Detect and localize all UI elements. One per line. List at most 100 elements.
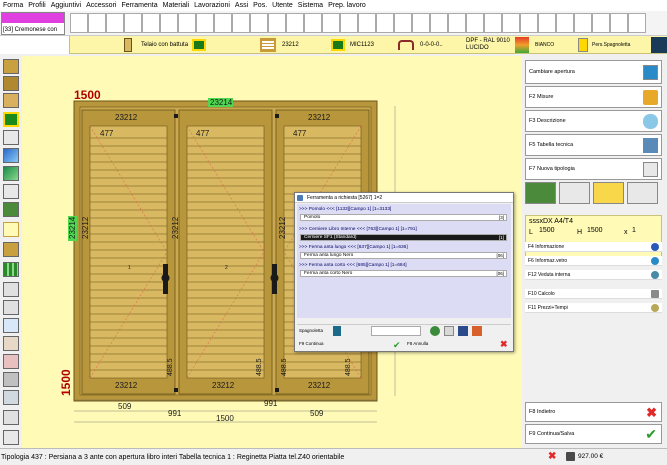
frame-shape-icon[interactable] [525,182,556,204]
tool-slot-17[interactable] [358,13,376,33]
cambiare-apertura-button[interactable]: Cambiare apertura [525,60,662,84]
tool-slot-24[interactable] [484,13,502,33]
menu-materiali[interactable]: Materiali [163,2,189,9]
informazione-button[interactable]: F4 Informazione [525,242,662,252]
tool-slot-7[interactable] [178,13,196,33]
tool-slot-9[interactable] [214,13,232,33]
hardware-dialog[interactable]: Ferramenta a richiesta [5267] 1=2 >>> Po… [294,192,514,352]
tool-slot-18[interactable] [376,13,394,33]
tool-slot-23[interactable] [466,13,484,33]
tool-slat-icon[interactable] [3,242,19,257]
tool-sill-icon[interactable] [3,372,19,387]
continue-label[interactable]: F9 Continua [299,341,324,346]
menu-profili[interactable]: Profili [28,2,46,9]
item-select-ferma-lungo[interactable]: Ferma anta lungo Nero [06] [300,252,507,259]
tool-slot-1[interactable] [70,13,88,33]
menu-forma[interactable]: Forma [3,2,23,9]
sash-middle[interactable] [178,109,273,395]
menu-lavorazioni[interactable]: Lavorazioni [194,2,230,9]
menu-pos[interactable]: Pos. [253,2,267,9]
hardware-tool-icon[interactable] [559,182,590,204]
tool-grid-icon[interactable] [3,262,19,277]
shutter-type-selector[interactable]: [33] Cremonese con [1,12,65,35]
tool-slot-21[interactable] [430,13,448,33]
calcolo-button[interactable]: F10 Calcolo [525,289,662,299]
tool-slot-16[interactable] [340,13,358,33]
tool-transom-icon[interactable] [3,184,19,199]
item-select-cerniere[interactable]: Cerniere SF1 (Standard) [1] [300,234,507,241]
spagnoletta-field[interactable] [371,326,421,336]
sash-left[interactable] [81,109,176,395]
menu-aggiuntivi[interactable]: Aggiuntivi [51,2,81,9]
item-select-pomolo[interactable]: Pomolo [3] [300,214,507,221]
tool-slot-14[interactable] [304,13,322,33]
tool-slot-10[interactable] [232,13,250,33]
cancel-x-icon[interactable]: ✖ [500,339,508,350]
item-select-ferma-corto[interactable]: Ferma anta corto Nero [06] [300,270,507,277]
tool-profile-icon[interactable] [3,93,19,108]
menu-assi[interactable]: Assi [235,2,248,9]
cancel-label[interactable]: F8 Annulla [407,341,428,346]
tool-panel-icon[interactable] [3,166,19,181]
tool-slot-12[interactable] [268,13,286,33]
nuova-tipologia-button[interactable]: F7 Nuova tipologia [525,158,662,180]
tool-slot-28[interactable] [556,13,574,33]
tool-slot-25[interactable] [502,13,520,33]
tabella-tecnica-button[interactable]: F5 Tabella tecnica [525,134,662,156]
menu-sistema[interactable]: Sistema [298,2,323,9]
tool-arch-icon[interactable] [3,282,19,297]
tool-slot-6[interactable] [160,13,178,33]
tool-slot-27[interactable] [538,13,556,33]
indietro-button[interactable]: F8 Indietro ✖ [525,402,662,422]
tool-rain-icon[interactable] [3,354,19,369]
tool-slot-13[interactable] [286,13,304,33]
copy-icon[interactable] [444,326,454,336]
tool-slot-2[interactable] [88,13,106,33]
tool-bay-icon[interactable] [3,300,19,315]
tool-glass-icon[interactable] [3,148,19,163]
tool-slot-19[interactable] [394,13,412,33]
menu-prep-lavoro[interactable]: Prep. lavoro [328,2,366,9]
descrizione-button[interactable]: F3 Descrizione [525,110,662,132]
tool-slot-15[interactable] [322,13,340,33]
tool-slot-4[interactable] [124,13,142,33]
tool-slot-22[interactable] [448,13,466,33]
tool-slot-26[interactable] [520,13,538,33]
tool-frame-icon[interactable] [3,59,19,74]
width-input[interactable]: 1500 [539,227,571,238]
misure-button[interactable]: F2 Misure [525,86,662,108]
tool-slot-31[interactable] [610,13,628,33]
tool-corner-icon[interactable] [3,336,19,351]
tool-slot-29[interactable] [574,13,592,33]
menu-accessori[interactable]: Accessori [86,2,116,9]
tool-handle-icon[interactable] [3,390,19,405]
refresh-icon[interactable] [430,326,440,336]
tool-slot-5[interactable] [142,13,160,33]
continua-salva-button[interactable]: F9 Continua/Salva ✔ [525,424,662,444]
tool-slot-11[interactable] [250,13,268,33]
tool-slot-32[interactable] [628,13,646,33]
check-icon[interactable]: ✔ [393,340,401,351]
tool-door-icon[interactable] [3,202,19,217]
veduta-interna-button[interactable]: F12 Veduta interna [525,270,662,280]
tool-bent-icon[interactable] [3,318,19,333]
tool-sash-icon[interactable] [3,76,19,91]
tool-hinge-icon[interactable] [3,112,19,127]
tool-shutter-icon[interactable] [3,222,19,237]
dialog-title-bar[interactable]: Ferramenta a richiesta [5267] 1=2 [295,193,513,203]
tool-measure-icon[interactable] [3,410,19,425]
tool-mullion-icon[interactable] [3,130,19,145]
menu-ferramenta[interactable]: Ferramenta [121,2,157,9]
prezzi-tempi-button[interactable]: F11 Prezzi+Tempi [525,303,662,313]
image-icon[interactable] [472,326,482,336]
tool-slot-30[interactable] [592,13,610,33]
tool-slot-3[interactable] [106,13,124,33]
height-input[interactable]: 1500 [587,227,617,238]
tool-slot-8[interactable] [196,13,214,33]
notes-icon[interactable] [593,182,624,204]
tool-list-icon[interactable] [3,430,19,445]
menu-utente[interactable]: Utente [272,2,293,9]
quantity-input[interactable]: 1 [632,227,652,238]
edit-icon[interactable] [458,326,468,336]
informaz-vetro-button[interactable]: F6 Informaz.vetro [525,256,662,266]
